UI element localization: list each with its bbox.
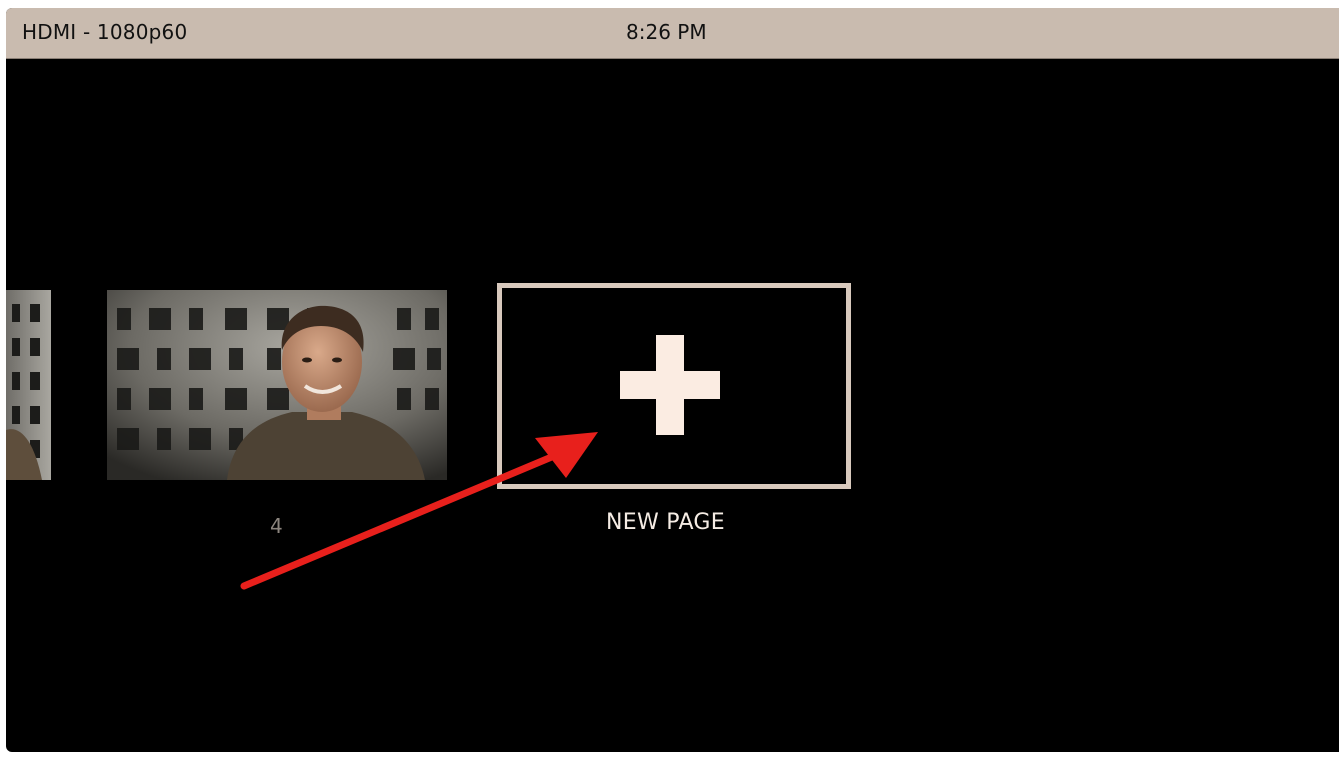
monitor-screen: HDMI - 1080p60 8:26 PM 4 NEW PAGE: [6, 8, 1339, 752]
clock-time: 8:26 PM: [626, 20, 707, 44]
thumbnail-image: [107, 290, 447, 480]
thumbnail-image: [6, 290, 51, 480]
page-thumbnail[interactable]: [107, 290, 447, 480]
page-thumbnail-partial[interactable]: [6, 290, 51, 480]
page-number-label: 4: [270, 514, 283, 538]
status-bar: HDMI - 1080p60 8:26 PM: [6, 8, 1339, 59]
plus-icon: [620, 335, 720, 435]
new-page-label: NEW PAGE: [606, 510, 725, 535]
new-page-button[interactable]: [497, 283, 851, 489]
input-source-label: HDMI - 1080p60: [22, 20, 188, 44]
